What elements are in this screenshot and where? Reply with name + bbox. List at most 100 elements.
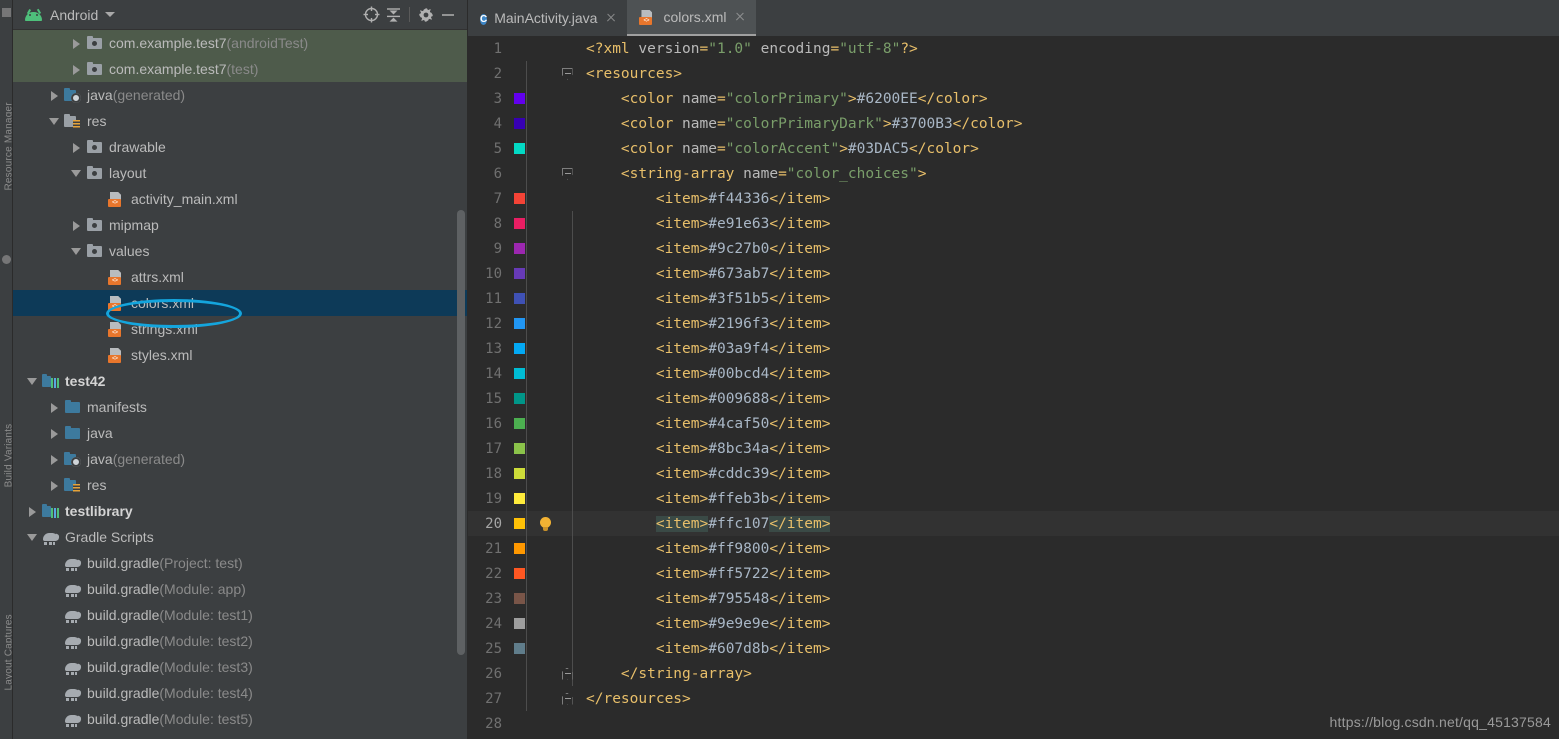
color-swatch[interactable]	[513, 318, 525, 329]
tree-node-layout[interactable]: layout	[13, 160, 467, 186]
chevron-right-icon[interactable]	[71, 142, 82, 153]
code-line-25[interactable]: 25 <item>#607d8b</item>	[468, 636, 1559, 661]
tree-node-mipmap[interactable]: mipmap	[13, 212, 467, 238]
editor-tab-mainactivity-java[interactable]: C MainActivity.java	[468, 0, 627, 36]
tree-node-build-gradle[interactable]: build.gradle (Project: test)	[13, 550, 467, 576]
code-line-16[interactable]: 16 <item>#4caf50</item>	[468, 411, 1559, 436]
tree-node-attrs-xml[interactable]: <> attrs.xml	[13, 264, 467, 290]
tree-node-build-gradle[interactable]: build.gradle (Module: test4)	[13, 680, 467, 706]
color-swatch[interactable]	[513, 143, 525, 154]
code-line-13[interactable]: 13 <item>#03a9f4</item>	[468, 336, 1559, 361]
tree-node-java[interactable]: java (generated)	[13, 446, 467, 472]
chevron-right-icon[interactable]	[49, 428, 60, 439]
color-swatch[interactable]	[513, 418, 525, 429]
tree-node-styles-xml[interactable]: <> styles.xml	[13, 342, 467, 368]
tree-node-res[interactable]: res	[13, 108, 467, 134]
collapse-all-icon[interactable]	[382, 4, 404, 26]
tree-node-build-gradle[interactable]: build.gradle (Module: test2)	[13, 628, 467, 654]
tool-strip-icon-1[interactable]	[2, 8, 11, 17]
color-swatch[interactable]	[513, 393, 525, 404]
code-line-27[interactable]: 27 </resources>	[468, 686, 1559, 711]
code-line-2[interactable]: 2 <resources>	[468, 61, 1559, 86]
tree-node-java[interactable]: java	[13, 420, 467, 446]
code-line-20[interactable]: 20 <item>#ffc107</item>	[468, 511, 1559, 536]
project-view-selector-label[interactable]: Android	[50, 7, 98, 23]
code-line-5[interactable]: 5 <color name="colorAccent">#03DAC5</col…	[468, 136, 1559, 161]
chevron-right-icon[interactable]	[49, 90, 60, 101]
tree-node-java[interactable]: java (generated)	[13, 82, 467, 108]
code-line-3[interactable]: 3 <color name="colorPrimary">#6200EE</co…	[468, 86, 1559, 111]
close-icon[interactable]	[605, 12, 617, 24]
color-swatch[interactable]	[513, 343, 525, 354]
chevron-right-icon[interactable]	[49, 454, 60, 465]
tree-node-build-gradle[interactable]: build.gradle (Module: test5)	[13, 706, 467, 732]
code-line-22[interactable]: 22 <item>#ff5722</item>	[468, 561, 1559, 586]
select-opened-file-icon[interactable]	[360, 4, 382, 26]
left-tool-window-strip[interactable]: Resource Manager Build Variants Layout C…	[0, 0, 13, 739]
intention-lightbulb-icon[interactable]	[539, 516, 551, 531]
tool-strip-icon-2[interactable]	[2, 255, 11, 264]
chevron-right-icon[interactable]	[71, 220, 82, 231]
code-line-12[interactable]: 12 <item>#2196f3</item>	[468, 311, 1559, 336]
chevron-down-icon[interactable]	[27, 532, 38, 543]
tree-node-build-gradle[interactable]: build.gradle (Module: test3)	[13, 654, 467, 680]
color-swatch[interactable]	[513, 568, 525, 579]
color-swatch[interactable]	[513, 93, 525, 104]
code-editor[interactable]: 1 <?xml version="1.0" encoding="utf-8"?> 2…	[468, 36, 1559, 739]
editor-tabbar[interactable]: C MainActivity.java <> colors.xml	[468, 0, 1559, 36]
color-swatch[interactable]	[513, 468, 525, 479]
code-line-6[interactable]: 6 <string-array name="color_choices">	[468, 161, 1559, 186]
color-swatch[interactable]	[513, 593, 525, 604]
color-swatch[interactable]	[513, 493, 525, 504]
tree-node-testlibrary[interactable]: testlibrary	[13, 498, 467, 524]
code-line-10[interactable]: 10 <item>#673ab7</item>	[468, 261, 1559, 286]
hide-panel-icon[interactable]	[437, 4, 459, 26]
tree-node-manifests[interactable]: manifests	[13, 394, 467, 420]
color-swatch[interactable]	[513, 543, 525, 554]
chevron-right-icon[interactable]	[27, 506, 38, 517]
tree-node-build-gradle[interactable]: build.gradle (Module: app)	[13, 576, 467, 602]
tool-strip-label-1[interactable]: Resource Manager	[4, 102, 13, 190]
editor-tab-colors-xml[interactable]: <> colors.xml	[627, 0, 757, 36]
color-swatch[interactable]	[513, 218, 525, 229]
color-swatch[interactable]	[513, 268, 525, 279]
code-line-15[interactable]: 15 <item>#009688</item>	[468, 386, 1559, 411]
project-tree[interactable]: com.example.test7 (androidTest) com.examp…	[13, 30, 467, 739]
code-line-19[interactable]: 19 <item>#ffeb3b</item>	[468, 486, 1559, 511]
color-swatch[interactable]	[513, 518, 525, 529]
color-swatch[interactable]	[513, 193, 525, 204]
chevron-right-icon[interactable]	[49, 402, 60, 413]
color-swatch[interactable]	[513, 643, 525, 654]
tree-node-activity-main-xml[interactable]: <> activity_main.xml	[13, 186, 467, 212]
chevron-right-icon[interactable]	[71, 64, 82, 75]
code-line-26[interactable]: 26 </string-array>	[468, 661, 1559, 686]
code-line-8[interactable]: 8 <item>#e91e63</item>	[468, 211, 1559, 236]
code-line-23[interactable]: 23 <item>#795548</item>	[468, 586, 1559, 611]
chevron-down-icon[interactable]	[105, 12, 116, 17]
color-swatch[interactable]	[513, 368, 525, 379]
project-tree-scrollbar[interactable]	[457, 210, 465, 655]
code-line-1[interactable]: 1 <?xml version="1.0" encoding="utf-8"?>	[468, 36, 1559, 61]
tree-node-build-gradle[interactable]: build.gradle (Module: test1)	[13, 602, 467, 628]
color-swatch[interactable]	[513, 443, 525, 454]
tree-node-colors-xml[interactable]: <> colors.xml	[13, 290, 467, 316]
chevron-right-icon[interactable]	[71, 38, 82, 49]
tree-node-drawable[interactable]: drawable	[13, 134, 467, 160]
settings-gear-icon[interactable]	[415, 4, 437, 26]
code-line-18[interactable]: 18 <item>#cddc39</item>	[468, 461, 1559, 486]
code-line-4[interactable]: 4 <color name="colorPrimaryDark">#3700B3…	[468, 111, 1559, 136]
code-fold-toggle[interactable]	[561, 692, 573, 705]
tree-node-values[interactable]: values	[13, 238, 467, 264]
code-line-9[interactable]: 9 <item>#9c27b0</item>	[468, 236, 1559, 261]
code-fold-toggle[interactable]	[561, 667, 573, 680]
code-line-7[interactable]: 7 <item>#f44336</item>	[468, 186, 1559, 211]
code-fold-toggle[interactable]	[561, 67, 573, 80]
code-line-21[interactable]: 21 <item>#ff9800</item>	[468, 536, 1559, 561]
chevron-right-icon[interactable]	[49, 480, 60, 491]
chevron-down-icon[interactable]	[71, 246, 82, 257]
code-line-14[interactable]: 14 <item>#00bcd4</item>	[468, 361, 1559, 386]
tool-strip-label-3[interactable]: Layout Captures	[4, 614, 13, 690]
color-swatch[interactable]	[513, 618, 525, 629]
color-swatch[interactable]	[513, 243, 525, 254]
tool-strip-label-2[interactable]: Build Variants	[4, 421, 13, 491]
